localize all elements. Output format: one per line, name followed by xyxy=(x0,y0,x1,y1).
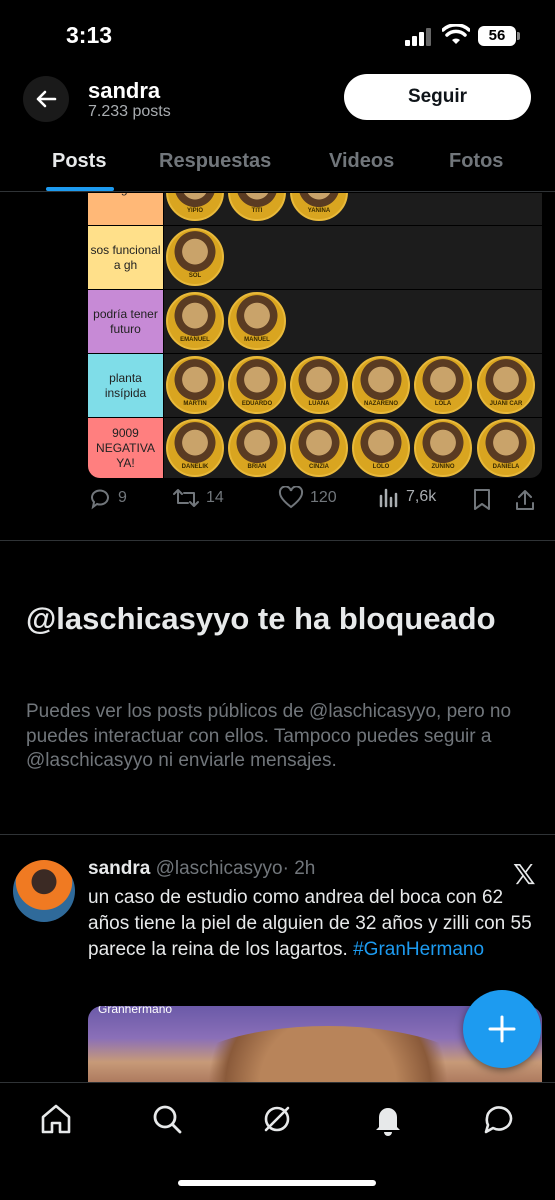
hashtag-link[interactable]: #GranHermano xyxy=(353,939,484,960)
profile-header: sandra 7.233 posts Seguir xyxy=(0,70,555,130)
avatar[interactable] xyxy=(13,860,75,922)
repost-icon xyxy=(173,489,199,507)
tab-respuestas[interactable]: Respuestas xyxy=(159,150,271,173)
contestant-photo: CINZIA xyxy=(290,419,348,477)
contestant-name: MARTIN xyxy=(183,401,207,407)
contestant-name: BRIAN xyxy=(247,464,267,470)
tier-label: planta insípida xyxy=(88,354,163,417)
arrow-left-icon xyxy=(36,90,57,108)
tier-row: 9009 NEGATIVA YA! DANELIK BRIAN CINZIA L… xyxy=(88,418,542,478)
reply-icon xyxy=(91,489,109,510)
contestant-photo: EDUARDO xyxy=(228,356,286,414)
share-icon[interactable] xyxy=(514,488,536,512)
home-indicator[interactable] xyxy=(178,1180,376,1186)
tweet-time: · 2h xyxy=(282,858,316,879)
contestant-photo: DANIELA xyxy=(477,419,535,477)
contestant-photo: MARTIN xyxy=(166,356,224,414)
tier-label: sos funcional a gh xyxy=(88,226,163,289)
search-icon[interactable] xyxy=(149,1101,185,1137)
contestant-name: CINZIA xyxy=(309,464,329,470)
compose-button[interactable] xyxy=(463,990,541,1068)
contestant-photo: MANUEL xyxy=(228,292,286,350)
contestant-photo: SOL xyxy=(166,228,224,286)
blocked-title: @laschicasyyo te ha bloqueado xyxy=(26,601,496,636)
tweet-author-name[interactable]: sandra xyxy=(88,858,150,879)
tier-label: 9009 NEGATIVA YA! xyxy=(88,418,163,478)
tier-label: podría tener futuro xyxy=(88,290,163,353)
tweet-author: sandra @laschicasyyo· 2h xyxy=(88,858,315,880)
battery-tip xyxy=(517,32,520,40)
tier-row: planta insípida MARTIN EDUARDO LUANA NAZ… xyxy=(88,354,542,417)
home-icon[interactable] xyxy=(38,1101,74,1137)
grok-icon[interactable] xyxy=(259,1101,295,1137)
repost-count: 14 xyxy=(206,489,224,506)
signal-icon xyxy=(405,28,433,46)
tier-list-image[interactable]: me gusta YIPIO TITI YANINA sos funcional… xyxy=(0,193,555,478)
wifi-icon xyxy=(442,24,470,44)
divider xyxy=(0,540,555,541)
tier-label: me gusta xyxy=(88,193,163,225)
tweet-actions: 9 14 120 7,6k xyxy=(88,486,542,516)
contestant-photo: DANELIK xyxy=(166,419,224,477)
contestant-photo: BRIAN xyxy=(228,419,286,477)
status-bar: 3:13 56 xyxy=(0,0,555,70)
messages-icon[interactable] xyxy=(481,1101,517,1137)
contestant-name: YANINA xyxy=(307,208,331,214)
follow-button[interactable]: Seguir xyxy=(344,74,531,120)
contestant-name: ZUNINO xyxy=(431,464,455,470)
contestant-name: EMANUEL xyxy=(180,337,210,343)
tier-row: sos funcional a gh SOL xyxy=(88,226,542,289)
contestant-name: SOL xyxy=(188,273,202,279)
contestant-name: JUANI CAR xyxy=(489,401,523,407)
tier-row: me gusta YIPIO TITI YANINA xyxy=(88,193,542,225)
media-watermark: Granhermano xyxy=(98,1006,173,1016)
bookmark-icon[interactable] xyxy=(472,488,492,512)
tweet-author-handle[interactable]: @laschicasyyo xyxy=(156,858,283,879)
tab-fotos[interactable]: Fotos xyxy=(449,150,503,173)
contestant-name: MANUEL xyxy=(244,337,270,343)
contestant-name: DANELIK xyxy=(181,464,209,470)
active-tab-indicator xyxy=(46,187,114,191)
status-time: 3:13 xyxy=(66,22,113,48)
views-button[interactable]: 7,6k xyxy=(378,486,436,508)
contestant-name: TITI xyxy=(251,208,263,214)
like-count: 120 xyxy=(310,489,337,506)
reply-button[interactable]: 9 xyxy=(88,486,127,510)
profile-tabs: Posts Respuestas Videos Fotos xyxy=(0,130,555,192)
profile-posts-count: 7.233 posts xyxy=(88,103,171,120)
contestant-name: DANIELA xyxy=(492,464,520,470)
contestant-photo: EMANUEL xyxy=(166,292,224,350)
contestant-name: LOLO xyxy=(372,464,390,470)
repost-button[interactable]: 14 xyxy=(172,486,224,510)
contestant-name: NAZARENO xyxy=(364,401,398,407)
plus-icon xyxy=(488,1015,516,1043)
heart-icon xyxy=(278,486,304,509)
notifications-icon[interactable] xyxy=(370,1101,406,1137)
views-icon xyxy=(379,488,398,508)
contestant-name: LOLA xyxy=(434,401,452,407)
contestant-name: LUANA xyxy=(308,401,330,407)
reply-count: 9 xyxy=(118,489,127,506)
back-button[interactable] xyxy=(23,76,69,122)
divider xyxy=(0,834,555,835)
tier-row: podría tener futuro EMANUEL MANUEL xyxy=(88,290,542,353)
contestant-photo: JUANI CAR xyxy=(477,356,535,414)
profile-name: sandra xyxy=(88,78,161,103)
tweet-text: un caso de estudio como andrea del boca … xyxy=(88,885,538,964)
contestant-photo: LOLA xyxy=(414,356,472,414)
contestant-photo: NAZARENO xyxy=(352,356,410,414)
contestant-name: YIPIO xyxy=(186,208,203,214)
contestant-photo: LUANA xyxy=(290,356,348,414)
contestant-photo: LOLO xyxy=(352,419,410,477)
tab-posts[interactable]: Posts xyxy=(52,150,106,173)
contestant-photo: ZUNINO xyxy=(414,419,472,477)
like-button[interactable]: 120 xyxy=(278,486,337,510)
battery-indicator: 56 xyxy=(478,26,516,46)
views-count: 7,6k xyxy=(406,488,437,505)
tab-videos[interactable]: Videos xyxy=(329,150,394,173)
contestant-name: EDUARDO xyxy=(241,401,273,407)
blocked-description: Puedes ver los posts públicos de @laschi… xyxy=(26,701,512,772)
